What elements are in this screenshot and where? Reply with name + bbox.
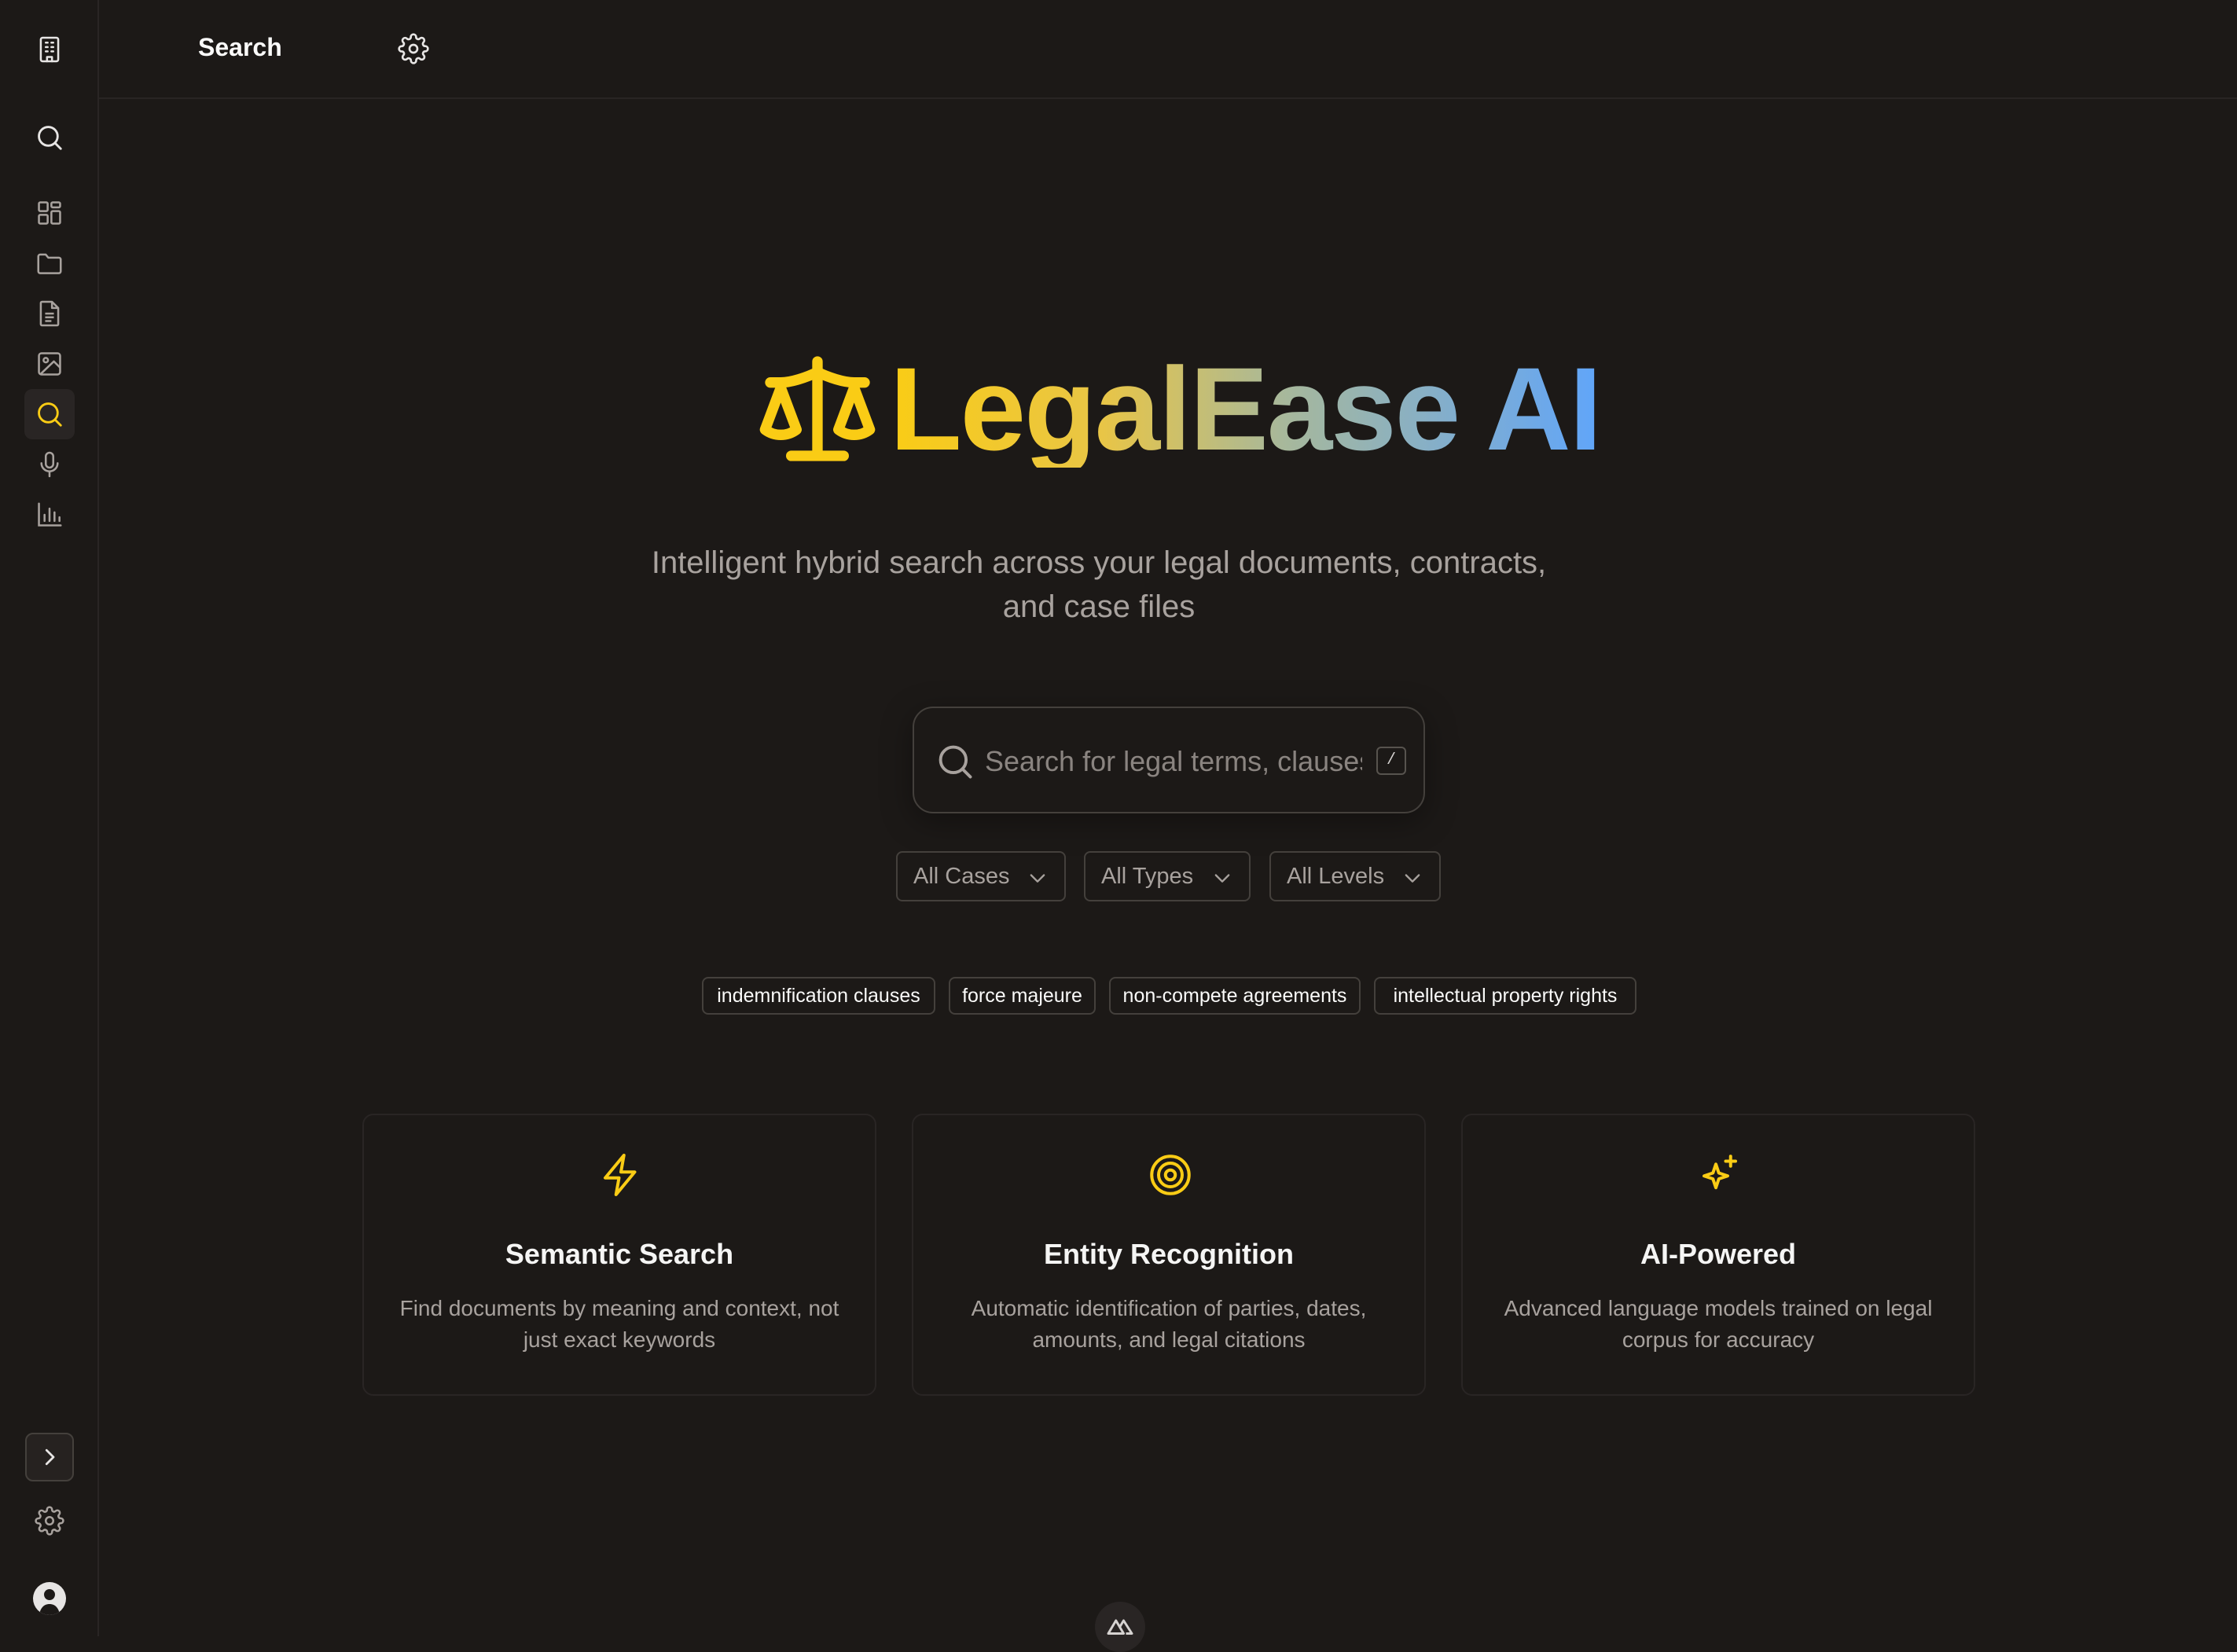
gear-icon — [398, 33, 429, 64]
filter-types-dropdown[interactable]: All Types — [1084, 851, 1251, 901]
sidebar-item-analytics[interactable] — [24, 490, 75, 540]
sidebar-item-images[interactable] — [24, 339, 75, 389]
nuxt-logo-icon — [1107, 1619, 1133, 1635]
page-title: Search — [198, 33, 282, 61]
filter-label: All Cases — [913, 863, 1010, 889]
dashboard-icon — [38, 201, 61, 225]
feature-title: Semantic Search — [505, 1238, 734, 1270]
avatar[interactable] — [33, 1582, 66, 1615]
search-icon — [38, 402, 62, 427]
sidebar-item-dashboard[interactable] — [24, 188, 75, 238]
sidebar-item-audio[interactable] — [24, 439, 75, 490]
sidebar-item-folders[interactable] — [24, 238, 75, 288]
top-header: Search — [99, 0, 2237, 99]
feature-description: Automatic identification of parties, dat… — [971, 1296, 1367, 1352]
lightning-icon — [604, 1154, 637, 1196]
microphone-icon — [40, 451, 59, 478]
sidebar-item-search-active[interactable] — [24, 389, 75, 439]
devtools-badge[interactable] — [1095, 1602, 1145, 1652]
feature-description: Find documents by meaning and context, n… — [399, 1296, 839, 1352]
sidebar-item-documents[interactable] — [24, 288, 75, 339]
search-icon — [939, 745, 972, 779]
chevron-down-icon — [1405, 874, 1420, 883]
sidebar-expand-button[interactable] — [25, 1433, 74, 1481]
bar-chart-icon — [38, 502, 62, 527]
feature-card-ai-powered: AI-Powered Advanced language models trai… — [1461, 1114, 1975, 1396]
header-settings-button[interactable] — [398, 33, 429, 64]
brand-hero: LegalEase AI — [755, 343, 1602, 475]
sidebar-settings-button[interactable] — [24, 1496, 75, 1546]
filter-label: All Levels — [1287, 863, 1385, 889]
chevron-down-icon — [1030, 874, 1045, 883]
sidebar-logo-building[interactable] — [24, 24, 75, 75]
document-icon — [39, 300, 60, 327]
brand-title: LegalEase AI — [890, 343, 1602, 475]
filter-levels-dropdown[interactable]: All Levels — [1269, 851, 1441, 901]
tagline: Intelligent hybrid search across your le… — [651, 545, 1547, 624]
feature-card-semantic-search: Semantic Search Find documents by meanin… — [362, 1114, 876, 1396]
suggestion-chip[interactable]: intellectual property rights — [1374, 977, 1636, 1015]
chevron-right-icon — [45, 1448, 55, 1466]
suggestion-chip[interactable]: force majeure — [949, 977, 1096, 1015]
building-icon — [39, 36, 60, 63]
suggestion-chip[interactable]: non-compete agreements — [1109, 977, 1361, 1015]
scales-icon — [759, 356, 876, 461]
sidebar-item-search[interactable] — [24, 112, 75, 163]
folder-icon — [37, 253, 62, 274]
sparkles-icon — [1703, 1155, 1737, 1190]
search-input[interactable] — [983, 733, 1364, 790]
filter-cases-dropdown[interactable]: All Cases — [896, 851, 1066, 901]
filter-label: All Types — [1101, 863, 1194, 889]
feature-title: AI-Powered — [1640, 1238, 1797, 1270]
feature-card-entity-recognition: Entity Recognition Automatic identificat… — [912, 1114, 1426, 1396]
suggestion-chip[interactable]: indemnification clauses — [702, 977, 935, 1015]
user-avatar-icon — [39, 1589, 60, 1615]
target-icon — [1150, 1155, 1191, 1195]
feature-description: Advanced language models trained on lega… — [1504, 1296, 1933, 1352]
feature-title: Entity Recognition — [1044, 1238, 1294, 1270]
sidebar — [0, 0, 99, 1636]
search-box: / — [913, 707, 1425, 813]
image-icon — [38, 352, 61, 376]
gear-icon — [35, 1506, 64, 1536]
search-icon — [38, 126, 62, 150]
chevron-down-icon — [1214, 874, 1230, 883]
shortcut-key-badge: / — [1376, 747, 1406, 775]
